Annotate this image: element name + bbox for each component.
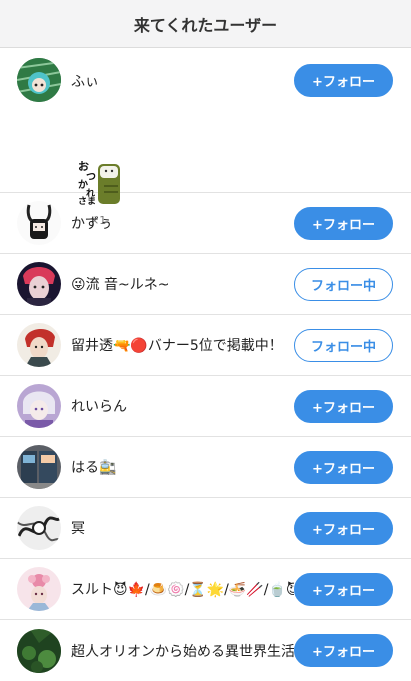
avatar-image-icon xyxy=(17,567,61,611)
avatar[interactable] xyxy=(17,628,61,673)
follow-button[interactable]: +フォロー xyxy=(294,450,393,484)
user-name[interactable]: ふぃ xyxy=(71,71,294,91)
avatar[interactable] xyxy=(17,567,61,611)
list-item[interactable]: スルト😈🍁/🍮🍥/⏳🌟/🍜🥢/🍵😈/🌕💧 +フォロー xyxy=(0,559,411,620)
user-name[interactable]: 😜流 音~ルネ~ xyxy=(71,274,294,294)
avatar-image-icon xyxy=(17,384,61,428)
avatar-image-icon xyxy=(17,58,61,102)
follow-button[interactable]: +フォロー xyxy=(294,634,393,667)
avatar-image-icon xyxy=(17,506,61,550)
list-item[interactable]: はる🚉 +フォロー xyxy=(0,437,411,498)
visitor-list: ふぃ +フォロー お つ か れ さま ×1 かずぅ +フォロー 😜流 音~ルネ… xyxy=(0,48,411,681)
avatar-image-icon xyxy=(17,628,61,673)
user-name[interactable]: スルト😈🍁/🍮🍥/⏳🌟/🍜🥢/🍵😈/🌕💧 xyxy=(71,579,294,599)
list-item[interactable]: 😜流 音~ルネ~ フォロー中 xyxy=(0,254,411,315)
follow-button[interactable]: +フォロー xyxy=(294,572,393,606)
user-name[interactable]: 留井透🔫🔴バナー5位で掲載中！ xyxy=(71,335,294,355)
avatar-image-icon xyxy=(17,323,61,367)
page-title-text: 来てくれたユーザー xyxy=(133,15,278,35)
user-name[interactable]: はる🚉 xyxy=(71,457,294,477)
avatar[interactable] xyxy=(17,445,61,489)
list-item[interactable]: 留井透🔫🔴バナー5位で掲載中！ フォロー中 xyxy=(0,315,411,376)
follow-button[interactable]: +フォロー xyxy=(294,389,393,423)
follow-button[interactable]: +フォロー xyxy=(294,206,393,240)
avatar[interactable] xyxy=(17,262,61,306)
user-name[interactable]: れいらん xyxy=(71,396,294,416)
user-name[interactable]: 冥 xyxy=(71,518,294,538)
avatar[interactable] xyxy=(17,506,61,550)
following-button[interactable]: フォロー中 xyxy=(294,267,393,301)
list-item[interactable]: 超人オリオンから始める異世界生活 +フォロー xyxy=(0,620,411,681)
avatar[interactable] xyxy=(17,58,61,102)
list-item[interactable]: れいらん +フォロー xyxy=(0,376,411,437)
avatar-image-icon xyxy=(17,445,61,489)
avatar-image-icon xyxy=(17,262,61,306)
avatar[interactable] xyxy=(17,384,61,428)
list-item[interactable]: かずぅ +フォロー xyxy=(0,193,411,254)
follow-button[interactable]: +フォロー xyxy=(294,64,393,97)
page-title: 来てくれたユーザー xyxy=(0,0,411,48)
avatar[interactable] xyxy=(17,201,61,245)
follow-button[interactable]: +フォロー xyxy=(294,511,393,545)
following-button[interactable]: フォロー中 xyxy=(294,328,393,362)
avatar-image-icon xyxy=(17,201,61,245)
list-item[interactable]: ふぃ +フォロー お つ か れ さま ×1 xyxy=(0,48,411,227)
list-item[interactable]: 冥 +フォロー xyxy=(0,498,411,559)
user-name[interactable]: かずぅ xyxy=(71,213,294,233)
user-name[interactable]: 超人オリオンから始める異世界生活 xyxy=(71,641,294,661)
avatar[interactable] xyxy=(17,323,61,367)
